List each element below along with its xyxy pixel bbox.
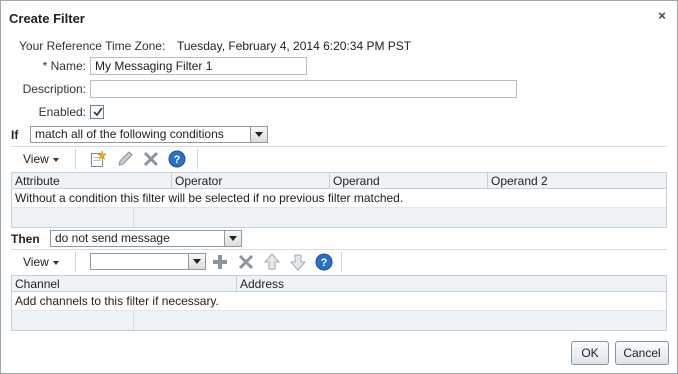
help-icon[interactable]: ? — [315, 253, 333, 271]
create-filter-dialog: Create Filter × Your Reference Time Zone… — [0, 0, 678, 374]
svg-text:?: ? — [321, 257, 328, 269]
delete-x-icon[interactable] — [237, 253, 255, 271]
footer-column — [12, 208, 134, 227]
view-menu[interactable]: View — [23, 255, 59, 269]
add-plus-icon[interactable] — [211, 253, 229, 271]
help-icon[interactable]: ? — [168, 150, 186, 168]
column-header-operand[interactable]: Operand — [330, 173, 488, 189]
toolbar-separator — [75, 149, 76, 169]
caret-down-icon — [52, 260, 59, 265]
toolbar-separator — [197, 149, 198, 169]
move-down-icon[interactable] — [289, 253, 307, 271]
column-header-attribute[interactable]: Attribute — [12, 173, 172, 189]
footer-column — [12, 311, 134, 330]
dialog-title: Create Filter — [9, 11, 85, 26]
conditions-empty-text: Without a condition this filter will be … — [15, 191, 404, 205]
close-icon[interactable]: × — [655, 8, 669, 24]
conditions-table: Attribute Operator Operand Operand 2 Wit… — [11, 172, 667, 228]
view-menu-label: View — [23, 255, 49, 269]
enabled-label: Enabled: — [38, 105, 86, 119]
chevron-down-icon — [250, 127, 267, 142]
view-menu-label: View — [23, 152, 49, 166]
conditions-table-footer — [12, 207, 666, 227]
chevron-down-icon — [188, 254, 205, 269]
divider — [11, 249, 667, 250]
if-label: If — [11, 128, 19, 142]
name-input[interactable] — [90, 57, 307, 75]
column-header-address[interactable]: Address — [237, 276, 666, 292]
match-condition-value: match all of the following conditions — [35, 127, 224, 141]
channels-table: Channel Address Add channels to this fil… — [11, 275, 667, 331]
description-input[interactable] — [90, 80, 517, 98]
svg-text:?: ? — [174, 154, 181, 166]
column-header-operand-2[interactable]: Operand 2 — [488, 173, 666, 189]
cancel-button[interactable]: Cancel — [615, 341, 669, 365]
channel-select[interactable] — [90, 253, 206, 270]
chevron-down-icon — [224, 231, 241, 246]
then-action-select[interactable]: do not send message — [50, 230, 242, 247]
timezone-label: Your Reference Time Zone: — [19, 39, 166, 53]
move-up-icon[interactable] — [263, 253, 281, 271]
timezone-value: Tuesday, February 4, 2014 6:20:34 PM PST — [177, 39, 412, 53]
delete-x-icon[interactable] — [142, 150, 160, 168]
enabled-checkbox[interactable] — [90, 105, 104, 119]
conditions-table-header: Attribute Operator Operand Operand 2 — [12, 173, 666, 189]
channels-empty-text: Add channels to this filter if necessary… — [15, 294, 219, 308]
column-header-operator[interactable]: Operator — [172, 173, 330, 189]
ok-button[interactable]: OK — [571, 341, 609, 365]
caret-down-icon — [52, 157, 59, 162]
channels-table-header: Channel Address — [12, 276, 666, 292]
checkmark-icon — [93, 107, 103, 117]
then-action-value: do not send message — [55, 231, 170, 245]
divider — [11, 146, 667, 147]
name-label: * Name: — [42, 59, 86, 73]
toolbar-separator — [75, 252, 76, 272]
column-header-channel[interactable]: Channel — [12, 276, 237, 292]
description-label: Description: — [22, 82, 86, 96]
then-label: Then — [11, 232, 40, 246]
new-icon[interactable] — [89, 150, 107, 168]
match-condition-select[interactable]: match all of the following conditions — [30, 126, 268, 143]
channels-table-footer — [12, 310, 666, 330]
toolbar-separator — [341, 252, 342, 272]
view-menu[interactable]: View — [23, 152, 59, 166]
edit-pencil-icon[interactable] — [116, 150, 134, 168]
